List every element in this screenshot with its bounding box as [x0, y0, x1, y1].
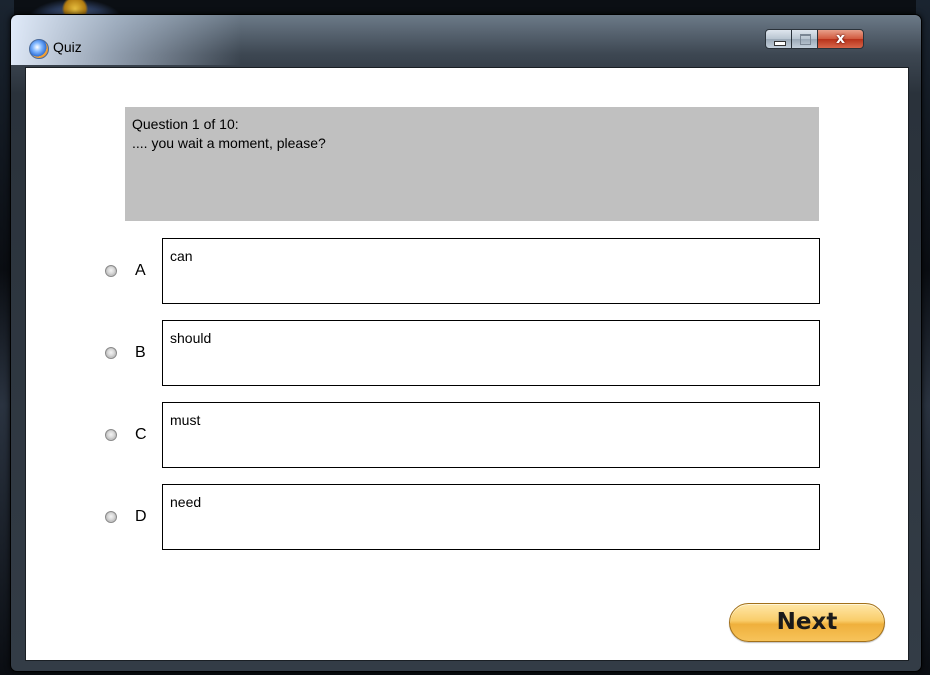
- minimize-icon: [774, 41, 786, 46]
- window-title: Quiz: [53, 39, 82, 55]
- quiz-content: Question 1 of 10: .... you wait a moment…: [25, 67, 909, 661]
- maximize-icon: [800, 34, 811, 45]
- option-c-text: must: [170, 412, 201, 428]
- close-button[interactable]: x: [817, 29, 864, 49]
- next-button[interactable]: Next: [729, 603, 885, 642]
- option-c-letter: C: [135, 426, 147, 443]
- quiz-app-icon[interactable]: [29, 39, 49, 59]
- option-d-letter: D: [135, 508, 147, 525]
- option-a: A can: [26, 238, 908, 304]
- option-b-answer-box[interactable]: should: [162, 320, 820, 386]
- option-d: D need: [26, 484, 908, 550]
- maximize-button[interactable]: [791, 29, 818, 49]
- option-c-radio[interactable]: [105, 429, 117, 441]
- close-icon: x: [835, 31, 846, 47]
- option-d-text: need: [170, 494, 202, 510]
- title-bar-glow: [11, 15, 241, 65]
- option-a-text: can: [170, 248, 193, 264]
- option-a-answer-box[interactable]: can: [162, 238, 820, 304]
- option-b-radio[interactable]: [105, 347, 117, 359]
- option-c-answer-box[interactable]: must: [162, 402, 820, 468]
- title-bar[interactable]: Quiz x: [11, 15, 921, 65]
- option-b-letter: B: [135, 344, 146, 361]
- option-a-letter: A: [135, 262, 146, 279]
- option-a-radio[interactable]: [105, 265, 117, 277]
- option-b-text: should: [170, 330, 212, 346]
- minimize-button[interactable]: [765, 29, 792, 49]
- option-b: B should: [26, 320, 908, 386]
- quiz-window: Quiz x Question 1 of 10: .... you wait a…: [10, 14, 922, 672]
- option-d-radio[interactable]: [105, 511, 117, 523]
- question-counter: Question 1 of 10:: [132, 116, 239, 132]
- option-c: C must: [26, 402, 908, 468]
- question-text: .... you wait a moment, please?: [132, 135, 326, 151]
- next-button-label: Next: [776, 609, 838, 635]
- option-d-answer-box[interactable]: need: [162, 484, 820, 550]
- question-panel: Question 1 of 10: .... you wait a moment…: [125, 107, 819, 221]
